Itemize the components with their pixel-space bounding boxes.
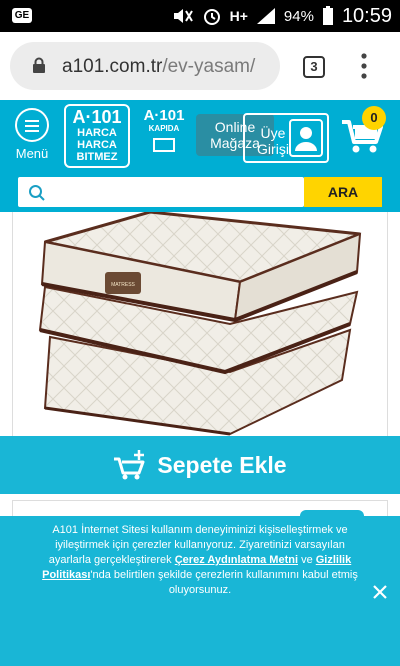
close-icon[interactable]	[370, 582, 390, 602]
signal-icon	[256, 8, 275, 24]
browser-toolbar: a101.com.tr/ev-yasam/ 3	[0, 32, 400, 100]
logo-slogan-2: HARCA	[77, 139, 117, 151]
logo-slogan-1: HARCA	[77, 127, 117, 139]
add-to-cart-label: Sepete Ekle	[157, 451, 287, 478]
battery-percent: 94%	[283, 7, 314, 25]
menu-button[interactable]: Menü	[12, 108, 52, 170]
menu-label: Menü	[15, 146, 49, 161]
next-section-peek	[0, 494, 400, 520]
user-icon	[289, 119, 323, 157]
status-icons: H+ 94% 10:59	[172, 0, 392, 32]
status-bar: GE H+ 94% 10:59	[0, 0, 400, 32]
product-label-text: MATRESS	[111, 282, 135, 288]
notification-badge: GE	[12, 8, 32, 23]
add-to-cart-icon	[114, 450, 145, 480]
cookie-policy-link[interactable]: Çerez Aydınlatma Metni	[175, 554, 298, 566]
logo-brand: A·101	[72, 107, 122, 127]
search-icon	[29, 185, 45, 201]
alarm-icon	[203, 9, 220, 25]
kapida-label: KAPIDA	[148, 124, 180, 133]
cookie-text-2: 'nda belirtilen şekilde çerezlerin kulla…	[90, 569, 358, 596]
a101-kapida-logo[interactable]: A·101 KAPIDA	[138, 108, 190, 160]
url-host: a101.com.tr	[62, 56, 163, 77]
cookie-message: A101 İnternet Sitesi kullanım deneyimini…	[40, 523, 360, 598]
url-path: /ev-yasam/	[162, 56, 256, 77]
kapida-brand: A·101	[143, 107, 185, 124]
url-text: a101.com.tr/ev-yasam/	[62, 56, 272, 78]
search-input[interactable]	[18, 177, 304, 207]
add-to-cart-bar: Sepete Ekle	[0, 436, 400, 494]
search-bar: ARA	[0, 172, 400, 212]
mute-icon	[173, 9, 193, 23]
a101-logo[interactable]: A·101 HARCA HARCA BITMEZ	[64, 104, 130, 168]
network-type-label: H+	[229, 8, 248, 24]
cart-count-badge: 0	[362, 106, 386, 130]
clock: 10:59	[341, 4, 392, 27]
add-to-cart-button[interactable]: Sepete Ekle	[0, 436, 400, 494]
login-label: Üye Girişi	[257, 125, 289, 157]
more-options-icon[interactable]	[356, 52, 372, 80]
product-gallery: MATRESS	[0, 212, 400, 436]
tab-switcher-button[interactable]: 3	[303, 56, 325, 78]
search-button[interactable]: ARA	[304, 177, 382, 207]
member-login-button[interactable]: Üye Girişi	[243, 113, 329, 163]
cookie-banner: A101 İnternet Sitesi kullanım deneyimini…	[0, 516, 400, 666]
battery-icon	[322, 6, 333, 25]
logo-slogan-3: BITMEZ	[76, 151, 118, 163]
address-bar[interactable]: a101.com.tr/ev-yasam/	[10, 42, 280, 90]
cookie-text-and: ve	[298, 554, 316, 566]
hamburger-icon	[15, 108, 49, 142]
delivery-icon	[153, 138, 175, 152]
site-header: Menü A·101 HARCA HARCA BITMEZ A·101 KAPI…	[0, 100, 400, 172]
lock-icon	[33, 57, 45, 73]
product-image[interactable]: MATRESS	[20, 212, 370, 436]
